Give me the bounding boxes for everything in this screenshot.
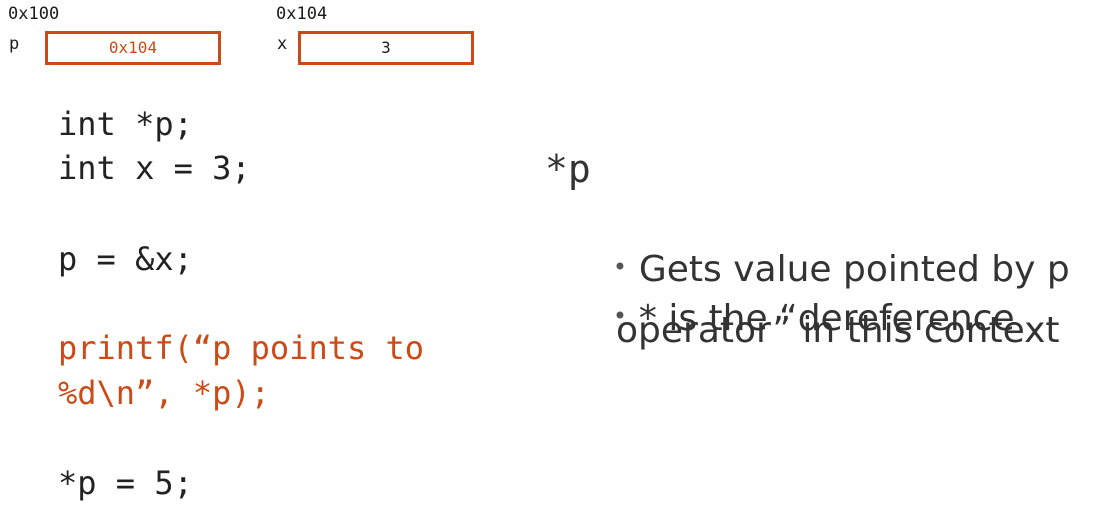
x-address-label: 0x104 — [276, 4, 328, 24]
x-variable-name: x — [277, 34, 288, 54]
bullet-text-2-continued: operator” in this context — [616, 310, 1060, 351]
p-variable-name: p — [9, 34, 20, 54]
p-memory-cell: 0x104 — [45, 31, 221, 65]
code-line-assign-address: p = &x; — [58, 240, 193, 278]
code-line-assign-deref: *p = 5; — [58, 464, 193, 502]
deref-heading: *p — [545, 147, 591, 191]
code-line-printf-1: printf(“p points to — [58, 329, 425, 367]
x-memory-cell: 3 — [298, 31, 474, 65]
code-line-printf-2: %d\n”, *p); — [58, 374, 270, 412]
p-address-label: 0x100 — [8, 4, 60, 24]
x-memory-value: 3 — [381, 38, 391, 57]
code-line-declare-p: int *p; — [58, 105, 193, 143]
p-memory-value: 0x104 — [108, 38, 158, 57]
code-line-declare-x: int x = 3; — [58, 149, 251, 187]
